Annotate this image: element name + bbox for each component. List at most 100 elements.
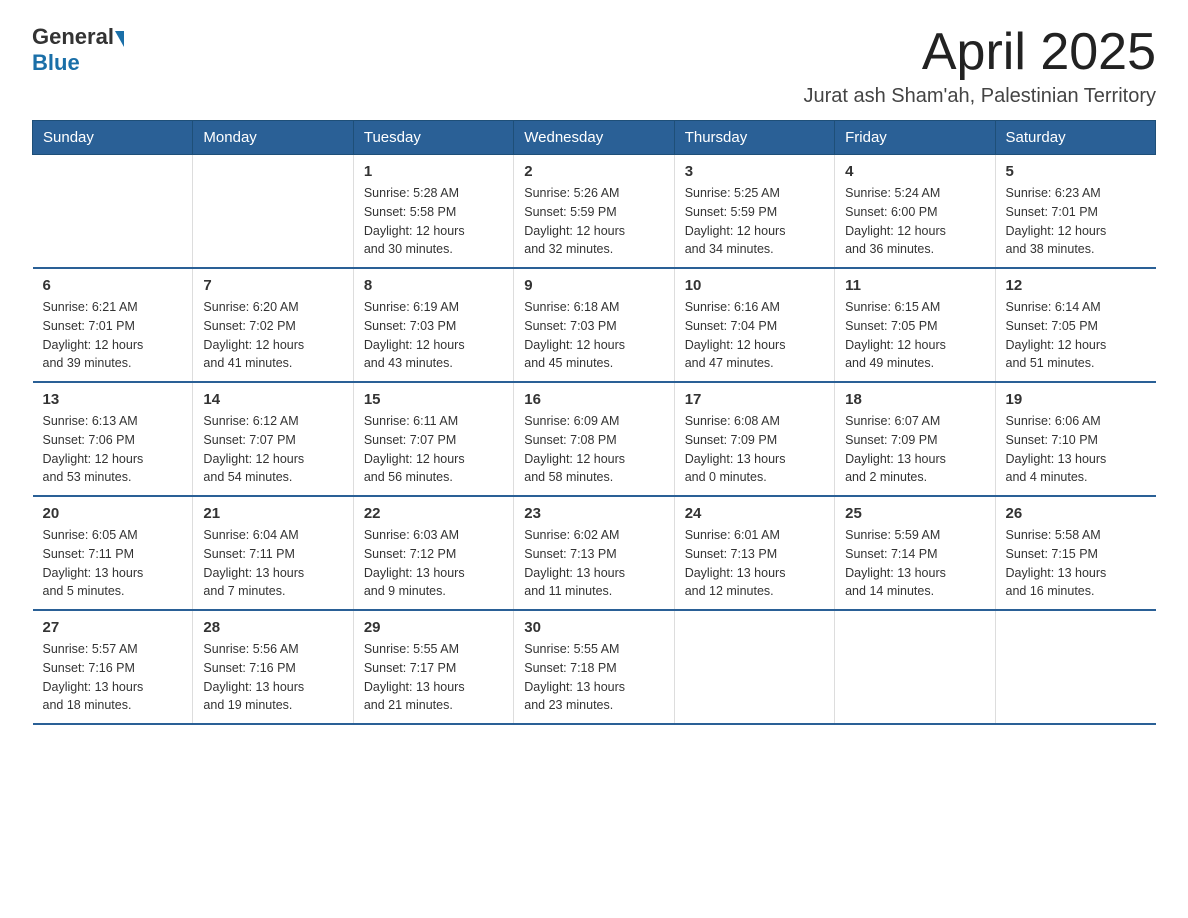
weekday-header-saturday: Saturday	[995, 121, 1155, 155]
day-info: Sunrise: 6:06 AM Sunset: 7:10 PM Dayligh…	[1006, 412, 1146, 487]
day-info: Sunrise: 6:03 AM Sunset: 7:12 PM Dayligh…	[364, 526, 503, 601]
day-cell: 27 Sunrise: 5:57 AM Sunset: 7:16 PM Dayli…	[33, 610, 193, 724]
day-cell: 19 Sunrise: 6:06 AM Sunset: 7:10 PM Dayli…	[995, 382, 1155, 496]
day-cell: 15 Sunrise: 6:11 AM Sunset: 7:07 PM Dayli…	[353, 382, 513, 496]
weekday-header-tuesday: Tuesday	[353, 121, 513, 155]
day-number: 14	[203, 391, 342, 408]
day-cell: 23 Sunrise: 6:02 AM Sunset: 7:13 PM Dayli…	[514, 496, 674, 610]
day-info: Sunrise: 6:05 AM Sunset: 7:11 PM Dayligh…	[43, 526, 183, 601]
week-row-1: 1 Sunrise: 5:28 AM Sunset: 5:58 PM Daylig…	[33, 155, 1156, 269]
day-number: 26	[1006, 505, 1146, 522]
day-number: 1	[364, 163, 503, 180]
week-row-5: 27 Sunrise: 5:57 AM Sunset: 7:16 PM Dayli…	[33, 610, 1156, 724]
day-info: Sunrise: 5:57 AM Sunset: 7:16 PM Dayligh…	[43, 640, 183, 715]
day-cell: 22 Sunrise: 6:03 AM Sunset: 7:12 PM Dayli…	[353, 496, 513, 610]
day-number: 3	[685, 163, 824, 180]
logo-blue-text: Blue	[32, 50, 80, 76]
day-number: 6	[43, 277, 183, 294]
week-row-2: 6 Sunrise: 6:21 AM Sunset: 7:01 PM Daylig…	[33, 268, 1156, 382]
day-cell: 29Sunrise: 5:55 AM Sunset: 7:17 PM Dayli…	[353, 610, 513, 724]
day-number: 2	[524, 163, 663, 180]
day-cell: 21 Sunrise: 6:04 AM Sunset: 7:11 PM Dayli…	[193, 496, 353, 610]
day-cell: 12 Sunrise: 6:14 AM Sunset: 7:05 PM Dayli…	[995, 268, 1155, 382]
day-info: Sunrise: 6:08 AM Sunset: 7:09 PM Dayligh…	[685, 412, 824, 487]
day-number: 19	[1006, 391, 1146, 408]
day-number: 29	[364, 619, 503, 636]
day-cell: 7 Sunrise: 6:20 AM Sunset: 7:02 PM Daylig…	[193, 268, 353, 382]
day-number: 15	[364, 391, 503, 408]
logo-arrow-icon	[115, 31, 124, 47]
day-info: Sunrise: 5:25 AM Sunset: 5:59 PM Dayligh…	[685, 184, 824, 259]
day-cell: 3 Sunrise: 5:25 AM Sunset: 5:59 PM Daylig…	[674, 155, 834, 269]
day-number: 23	[524, 505, 663, 522]
day-info: Sunrise: 6:07 AM Sunset: 7:09 PM Dayligh…	[845, 412, 984, 487]
day-cell: 1 Sunrise: 5:28 AM Sunset: 5:58 PM Daylig…	[353, 155, 513, 269]
day-cell: 2 Sunrise: 5:26 AM Sunset: 5:59 PM Daylig…	[514, 155, 674, 269]
day-info: Sunrise: 5:56 AM Sunset: 7:16 PM Dayligh…	[203, 640, 342, 715]
day-number: 25	[845, 505, 984, 522]
day-cell: 18Sunrise: 6:07 AM Sunset: 7:09 PM Dayli…	[835, 382, 995, 496]
day-cell	[193, 155, 353, 269]
weekday-header-thursday: Thursday	[674, 121, 834, 155]
day-number: 30	[524, 619, 663, 636]
day-info: Sunrise: 6:04 AM Sunset: 7:11 PM Dayligh…	[203, 526, 342, 601]
weekday-header-monday: Monday	[193, 121, 353, 155]
day-number: 9	[524, 277, 663, 294]
weekday-header-wednesday: Wednesday	[514, 121, 674, 155]
day-number: 12	[1006, 277, 1146, 294]
day-info: Sunrise: 6:19 AM Sunset: 7:03 PM Dayligh…	[364, 298, 503, 373]
day-info: Sunrise: 6:09 AM Sunset: 7:08 PM Dayligh…	[524, 412, 663, 487]
day-cell: 11 Sunrise: 6:15 AM Sunset: 7:05 PM Dayli…	[835, 268, 995, 382]
week-row-4: 20 Sunrise: 6:05 AM Sunset: 7:11 PM Dayli…	[33, 496, 1156, 610]
day-cell	[33, 155, 193, 269]
day-info: Sunrise: 6:15 AM Sunset: 7:05 PM Dayligh…	[845, 298, 984, 373]
day-cell: 8 Sunrise: 6:19 AM Sunset: 7:03 PM Daylig…	[353, 268, 513, 382]
day-cell: 10Sunrise: 6:16 AM Sunset: 7:04 PM Dayli…	[674, 268, 834, 382]
day-number: 16	[524, 391, 663, 408]
day-info: Sunrise: 6:20 AM Sunset: 7:02 PM Dayligh…	[203, 298, 342, 373]
day-cell: 28 Sunrise: 5:56 AM Sunset: 7:16 PM Dayli…	[193, 610, 353, 724]
day-info: Sunrise: 5:55 AM Sunset: 7:18 PM Dayligh…	[524, 640, 663, 715]
day-cell	[995, 610, 1155, 724]
day-info: Sunrise: 6:14 AM Sunset: 7:05 PM Dayligh…	[1006, 298, 1146, 373]
day-cell	[674, 610, 834, 724]
logo-general-text: General	[32, 24, 114, 50]
day-cell: 16 Sunrise: 6:09 AM Sunset: 7:08 PM Dayli…	[514, 382, 674, 496]
day-cell: 24Sunrise: 6:01 AM Sunset: 7:13 PM Dayli…	[674, 496, 834, 610]
day-number: 8	[364, 277, 503, 294]
day-cell: 17Sunrise: 6:08 AM Sunset: 7:09 PM Dayli…	[674, 382, 834, 496]
day-cell: 20 Sunrise: 6:05 AM Sunset: 7:11 PM Dayli…	[33, 496, 193, 610]
day-info: Sunrise: 6:16 AM Sunset: 7:04 PM Dayligh…	[685, 298, 824, 373]
day-cell: 30 Sunrise: 5:55 AM Sunset: 7:18 PM Dayli…	[514, 610, 674, 724]
month-title: April 2025	[803, 24, 1156, 81]
day-info: Sunrise: 5:24 AM Sunset: 6:00 PM Dayligh…	[845, 184, 984, 259]
day-info: Sunrise: 6:23 AM Sunset: 7:01 PM Dayligh…	[1006, 184, 1146, 259]
day-number: 22	[364, 505, 503, 522]
day-info: Sunrise: 6:11 AM Sunset: 7:07 PM Dayligh…	[364, 412, 503, 487]
day-number: 27	[43, 619, 183, 636]
week-row-3: 13Sunrise: 6:13 AM Sunset: 7:06 PM Dayli…	[33, 382, 1156, 496]
day-number: 20	[43, 505, 183, 522]
weekday-header-row: SundayMondayTuesdayWednesdayThursdayFrid…	[33, 121, 1156, 155]
day-info: Sunrise: 6:21 AM Sunset: 7:01 PM Dayligh…	[43, 298, 183, 373]
day-number: 7	[203, 277, 342, 294]
location-subtitle: Jurat ash Sham'ah, Palestinian Territory	[803, 85, 1156, 108]
weekday-header-sunday: Sunday	[33, 121, 193, 155]
day-info: Sunrise: 5:28 AM Sunset: 5:58 PM Dayligh…	[364, 184, 503, 259]
day-number: 28	[203, 619, 342, 636]
day-number: 11	[845, 277, 984, 294]
page-header: General Blue April 2025 Jurat ash Sham'a…	[32, 24, 1156, 108]
day-number: 24	[685, 505, 824, 522]
day-cell: 5 Sunrise: 6:23 AM Sunset: 7:01 PM Daylig…	[995, 155, 1155, 269]
title-block: April 2025 Jurat ash Sham'ah, Palestinia…	[803, 24, 1156, 108]
day-number: 21	[203, 505, 342, 522]
day-number: 5	[1006, 163, 1146, 180]
day-info: Sunrise: 5:26 AM Sunset: 5:59 PM Dayligh…	[524, 184, 663, 259]
day-info: Sunrise: 6:18 AM Sunset: 7:03 PM Dayligh…	[524, 298, 663, 373]
day-cell: 26Sunrise: 5:58 AM Sunset: 7:15 PM Dayli…	[995, 496, 1155, 610]
day-info: Sunrise: 6:02 AM Sunset: 7:13 PM Dayligh…	[524, 526, 663, 601]
logo: General Blue	[32, 24, 124, 76]
day-number: 4	[845, 163, 984, 180]
day-info: Sunrise: 6:12 AM Sunset: 7:07 PM Dayligh…	[203, 412, 342, 487]
day-cell: 6 Sunrise: 6:21 AM Sunset: 7:01 PM Daylig…	[33, 268, 193, 382]
